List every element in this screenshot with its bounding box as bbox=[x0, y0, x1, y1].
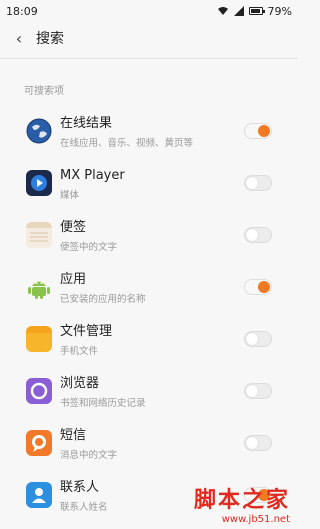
status-time: 18:09 bbox=[6, 4, 38, 18]
globe-icon bbox=[26, 118, 52, 144]
list-item[interactable]: 便签 便签中的文字 bbox=[0, 214, 298, 266]
status-icons: 79% bbox=[217, 5, 292, 18]
page-title: 搜索 bbox=[36, 31, 64, 47]
sms-icon bbox=[26, 430, 52, 456]
item-description: 消息中的文字 bbox=[60, 450, 118, 461]
toggle-notes[interactable] bbox=[244, 227, 272, 243]
toggle-file-manager[interactable] bbox=[244, 331, 272, 347]
toggle-apps[interactable] bbox=[244, 279, 272, 295]
item-description: 便签中的文字 bbox=[60, 242, 118, 253]
item-label: 应用 bbox=[60, 272, 87, 287]
toggle-online-results[interactable] bbox=[244, 123, 272, 139]
list-item[interactable]: 应用 已安装的应用的名称 bbox=[0, 266, 298, 318]
title-bar: ‹ 搜索 bbox=[0, 22, 298, 54]
item-description: 联系人姓名 bbox=[60, 502, 108, 513]
status-bar: 18:09 79% bbox=[0, 0, 298, 22]
item-label: 短信 bbox=[60, 428, 87, 443]
android-icon bbox=[26, 274, 52, 300]
item-description: 在线应用、音乐、视频、黄页等 bbox=[60, 138, 194, 149]
mx-player-icon bbox=[26, 170, 52, 196]
toggle-sms[interactable] bbox=[244, 435, 272, 451]
item-label: 浏览器 bbox=[60, 376, 100, 391]
header-divider bbox=[0, 58, 298, 59]
list-item[interactable]: 短信 消息中的文字 bbox=[0, 422, 298, 474]
list-item[interactable]: 浏览器 书签和网络历史记录 bbox=[0, 370, 298, 422]
toggle-mx-player[interactable] bbox=[244, 175, 272, 191]
list-item[interactable]: 在线结果 在线应用、音乐、视频、黄页等 bbox=[0, 110, 298, 162]
item-label: 联系人 bbox=[60, 480, 100, 495]
back-icon[interactable]: ‹ bbox=[6, 29, 32, 48]
item-description: 手机文件 bbox=[60, 346, 99, 357]
item-description: 已安装的应用的名称 bbox=[60, 294, 146, 305]
list-item[interactable]: 文件管理 手机文件 bbox=[0, 318, 298, 370]
list-item[interactable]: MX Player 媒体 bbox=[0, 162, 298, 214]
watermark-url: www.jb51.net bbox=[221, 514, 290, 525]
browser-icon bbox=[26, 378, 52, 404]
signal-icon bbox=[233, 6, 244, 16]
item-label: MX Player bbox=[60, 168, 125, 183]
notes-icon bbox=[26, 222, 52, 248]
contacts-icon bbox=[26, 482, 52, 508]
watermark: 脚本之家 www.jb51.net bbox=[194, 482, 290, 525]
item-description: 媒体 bbox=[60, 190, 80, 201]
watermark-title: 脚本之家 bbox=[193, 487, 290, 513]
searchable-items-list: 在线结果 在线应用、音乐、视频、黄页等 MX Player 媒体 便签 便签中的… bbox=[0, 110, 298, 526]
battery-icon bbox=[248, 7, 265, 15]
toggle-browser[interactable] bbox=[244, 383, 272, 399]
item-label: 文件管理 bbox=[60, 324, 113, 339]
wifi-icon bbox=[217, 7, 228, 15]
item-label: 便签 bbox=[60, 220, 87, 235]
battery-level: 79% bbox=[267, 4, 292, 18]
item-label: 在线结果 bbox=[60, 116, 113, 131]
item-description: 书签和网络历史记录 bbox=[60, 398, 146, 409]
section-header: 可搜索项 bbox=[24, 86, 64, 97]
folder-icon bbox=[26, 326, 52, 352]
